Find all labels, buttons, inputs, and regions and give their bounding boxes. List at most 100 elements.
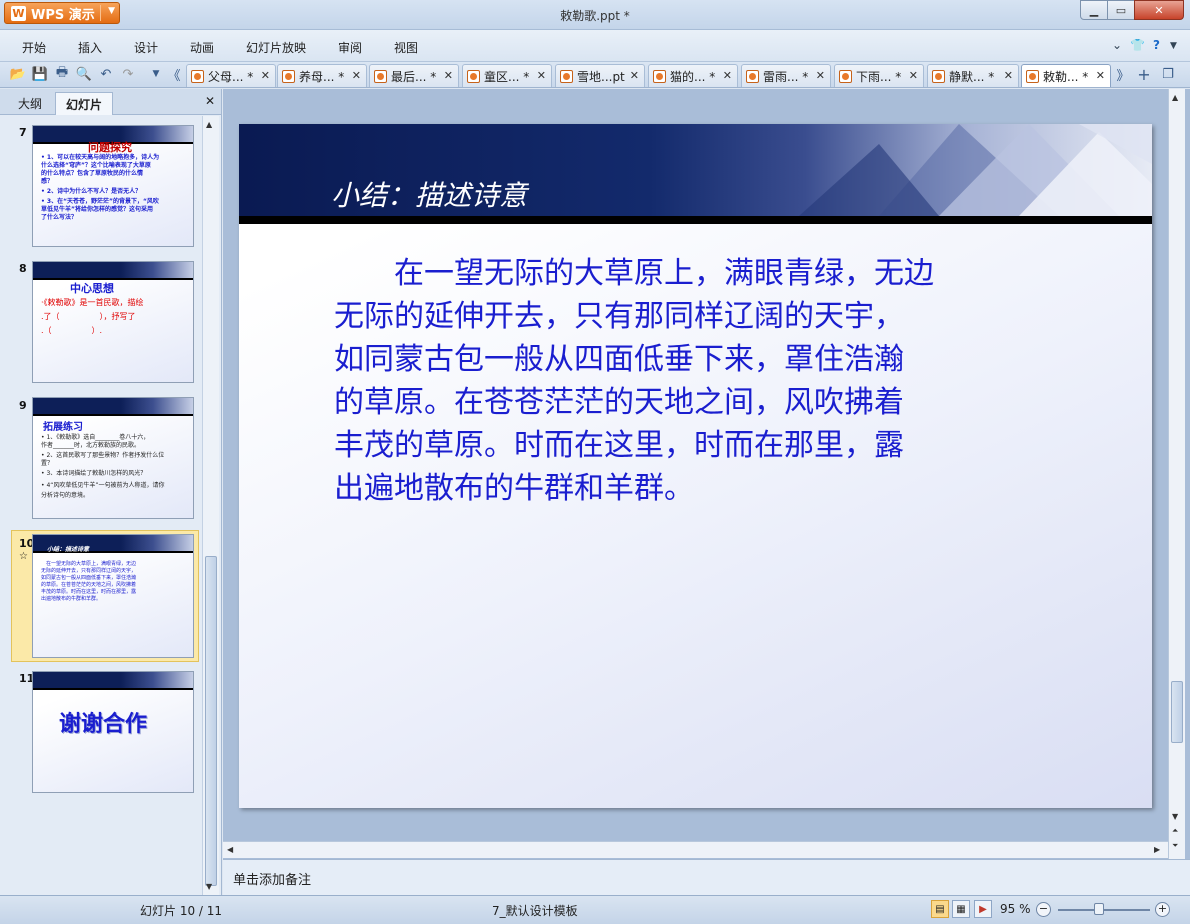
doc-tab[interactable]: 父母... * ✕ — [186, 64, 276, 87]
restore-tab-icon[interactable]: ❐ — [1160, 66, 1176, 82]
title-divider — [239, 216, 1152, 224]
open-folder-icon[interactable]: 📂 — [10, 66, 26, 82]
new-tab-icon[interactable]: + — [1136, 65, 1152, 84]
ppt-file-icon — [374, 69, 387, 83]
tabs-scroll-right-icon[interactable]: 》 — [1115, 66, 1131, 84]
tab-outline[interactable]: 大纲 — [8, 92, 52, 115]
scroll-up-icon[interactable]: ▲ — [206, 120, 212, 129]
scrollbar-thumb[interactable] — [1171, 681, 1183, 743]
tab-slides[interactable]: 幻灯片 — [55, 92, 113, 115]
scroll-down-icon[interactable]: ▼ — [206, 882, 212, 891]
slide-thumbnail[interactable]: 中心思想 ·《敕勒歌》是一首民歌，描绘 .了（ ），抒写了 .（ ）. — [32, 261, 194, 383]
close-tab-icon[interactable]: ✕ — [723, 69, 732, 82]
horizontal-scrollbar[interactable]: ◀ ▶ — [223, 841, 1168, 858]
slide-counter: 幻灯片 10 / 11 — [140, 904, 223, 918]
template-name: 7_默认设计模板 — [492, 904, 578, 918]
menu-bar: 开始 插入 设计 动画 幻灯片放映 审阅 视图 ⌄ 👕 ? ▼ — [0, 30, 1190, 62]
zoom-out-button[interactable]: − — [1036, 902, 1051, 917]
slide-thumbnail-selected[interactable]: 小结：描述诗意 在一望无际的大草原上，满眼青绿，无边 无际的延伸开去，只有那同样… — [32, 534, 194, 658]
document-tab-bar: 📂 💾 🖶 🔍 ↶ ↷ ▼ 《 父母... * ✕ 养母... * ✕ 最后... … — [0, 62, 1190, 88]
doc-tab[interactable]: 养母... * ✕ — [277, 64, 367, 87]
status-bar: 幻灯片 10 / 11 7_默认设计模板 ▤ ▦ ▶ 95 % − + — [0, 895, 1190, 924]
menu-design[interactable]: 设计 — [134, 39, 158, 56]
scroll-right-icon[interactable]: ▶ — [1154, 845, 1160, 854]
menu-slideshow[interactable]: 幻灯片放映 — [246, 39, 306, 56]
close-tab-icon[interactable]: ✕ — [630, 69, 639, 82]
menu-animation[interactable]: 动画 — [190, 39, 214, 56]
slide-sorter-view-icon[interactable]: ▦ — [952, 900, 970, 918]
zoom-in-button[interactable]: + — [1155, 902, 1170, 917]
doc-tab-active[interactable]: 敕勒... * ✕ — [1021, 64, 1111, 87]
slide-panel: 大纲 幻灯片 ✕ 7 问题探究 • 1、可以在较天高与阔的地略抱多，诗人为 什么… — [0, 89, 222, 895]
maximize-button[interactable]: ▭ — [1107, 0, 1135, 20]
print-preview-icon[interactable]: 🔍 — [76, 66, 92, 82]
close-tab-icon[interactable]: ✕ — [1004, 69, 1013, 82]
menu-home[interactable]: 开始 — [22, 39, 46, 56]
body-line: 出遍地散布的牛群和羊群。 — [334, 471, 694, 506]
doc-tab[interactable]: 下雨... * ✕ — [834, 64, 924, 87]
menu-review[interactable]: 审阅 — [338, 39, 362, 56]
collapse-ribbon-icon[interactable]: ⌄ — [1112, 38, 1122, 52]
body-line: 的草原。在苍苍茫茫的天地之间，风吹拂着 — [334, 385, 904, 420]
ppt-file-icon — [282, 69, 295, 83]
animation-star-icon: ☆ — [19, 551, 28, 562]
slide-number: 7 — [19, 126, 27, 139]
help-dropdown-icon[interactable]: ▼ — [1170, 41, 1177, 51]
close-window-button[interactable]: ✕ — [1134, 0, 1184, 20]
close-tab-icon[interactable]: ✕ — [444, 69, 453, 82]
close-tab-icon[interactable]: ✕ — [537, 69, 546, 82]
ppt-file-icon — [653, 69, 666, 83]
close-tab-icon[interactable]: ✕ — [352, 69, 361, 82]
scroll-up-icon[interactable]: ▲ — [1172, 93, 1178, 102]
close-tab-icon[interactable]: ✕ — [1096, 69, 1105, 82]
doc-tab[interactable]: 雪地...pt ✕ — [555, 64, 645, 87]
help-icon[interactable]: ? — [1153, 38, 1160, 52]
zoom-slider-handle[interactable] — [1094, 903, 1104, 915]
tabs-scroll-left-icon[interactable]: 《 — [166, 66, 182, 84]
slide-body-text[interactable]: 在一望无际的大草原上，满眼青绿，无边 无际的延伸开去，只有那同样辽阔的天宇， 如… — [334, 252, 1034, 510]
slide-thumbnail-list: 7 问题探究 • 1、可以在较天高与阔的地略抱多，诗人为 什么选择“穹庐”？这个… — [0, 116, 202, 895]
customize-toolbar-icon[interactable]: ▼ — [148, 66, 164, 82]
scroll-down-icon[interactable]: ▼ — [1172, 812, 1178, 821]
next-slide-icon[interactable]: ⏷ — [1172, 841, 1178, 851]
slide-title-band: 小结：描述诗意 — [239, 124, 1152, 216]
print-icon[interactable]: 🖶 — [54, 65, 70, 82]
slide-thumbnail[interactable]: 拓展练习 • 1、《敕勒歌》选自________卷八十六， 作者_______时… — [32, 397, 194, 519]
save-icon[interactable]: 💾 — [32, 66, 48, 82]
vertical-scrollbar[interactable]: ▲ ▼ ⏶ ⏷ — [1168, 89, 1185, 859]
slide-title[interactable]: 小结：描述诗意 — [331, 174, 527, 214]
minimize-button[interactable]: ▁ — [1080, 0, 1108, 20]
close-tab-icon[interactable]: ✕ — [261, 69, 270, 82]
slide-number: 9 — [19, 399, 27, 412]
scroll-left-icon[interactable]: ◀ — [227, 845, 233, 854]
close-tab-icon[interactable]: ✕ — [909, 69, 918, 82]
doc-tab[interactable]: 最后... * ✕ — [369, 64, 459, 87]
skin-shirt-icon[interactable]: 👕 — [1130, 38, 1145, 52]
menu-insert[interactable]: 插入 — [78, 39, 102, 56]
ppt-file-icon — [839, 69, 852, 83]
previous-slide-icon[interactable]: ⏶ — [1172, 826, 1178, 836]
undo-icon[interactable]: ↶ — [98, 66, 114, 82]
normal-view-icon[interactable]: ▤ — [931, 900, 949, 918]
slide-editing-area: 小结：描述诗意 在一望无际的大草原上，满眼青绿，无边 无际的延伸开去，只有那同样… — [223, 89, 1190, 859]
zoom-slider-track[interactable] — [1058, 909, 1150, 911]
close-tab-icon[interactable]: ✕ — [816, 69, 825, 82]
thumbnail-scrollbar[interactable]: ▲ ▼ — [202, 116, 219, 895]
slide-thumbnail[interactable]: 谢谢合作 — [32, 671, 194, 793]
notes-pane[interactable]: 单击添加备注 — [223, 859, 1190, 895]
menu-view[interactable]: 视图 — [394, 39, 418, 56]
slide-thumbnail[interactable]: 问题探究 • 1、可以在较天高与阔的地略抱多，诗人为 什么选择“穹庐”？这个比喻… — [32, 125, 194, 247]
scrollbar-thumb[interactable] — [205, 556, 217, 886]
doc-tab[interactable]: 童区... * ✕ — [462, 64, 552, 87]
slide-number: 8 — [19, 262, 27, 275]
doc-tab[interactable]: 猫的... * ✕ — [648, 64, 738, 87]
redo-icon[interactable]: ↷ — [120, 66, 136, 82]
doc-tab[interactable]: 静默... * ✕ — [927, 64, 1019, 87]
close-panel-icon[interactable]: ✕ — [205, 94, 215, 108]
slideshow-view-icon[interactable]: ▶ — [974, 900, 992, 918]
ppt-file-icon — [746, 69, 759, 83]
window-title: 敕勒歌.ppt * — [560, 9, 630, 23]
slide-panel-tabs: 大纲 幻灯片 ✕ — [0, 89, 221, 115]
current-slide[interactable]: 小结：描述诗意 在一望无际的大草原上，满眼青绿，无边 无际的延伸开去，只有那同样… — [239, 124, 1152, 808]
doc-tab[interactable]: 雷雨... * ✕ — [741, 64, 831, 87]
